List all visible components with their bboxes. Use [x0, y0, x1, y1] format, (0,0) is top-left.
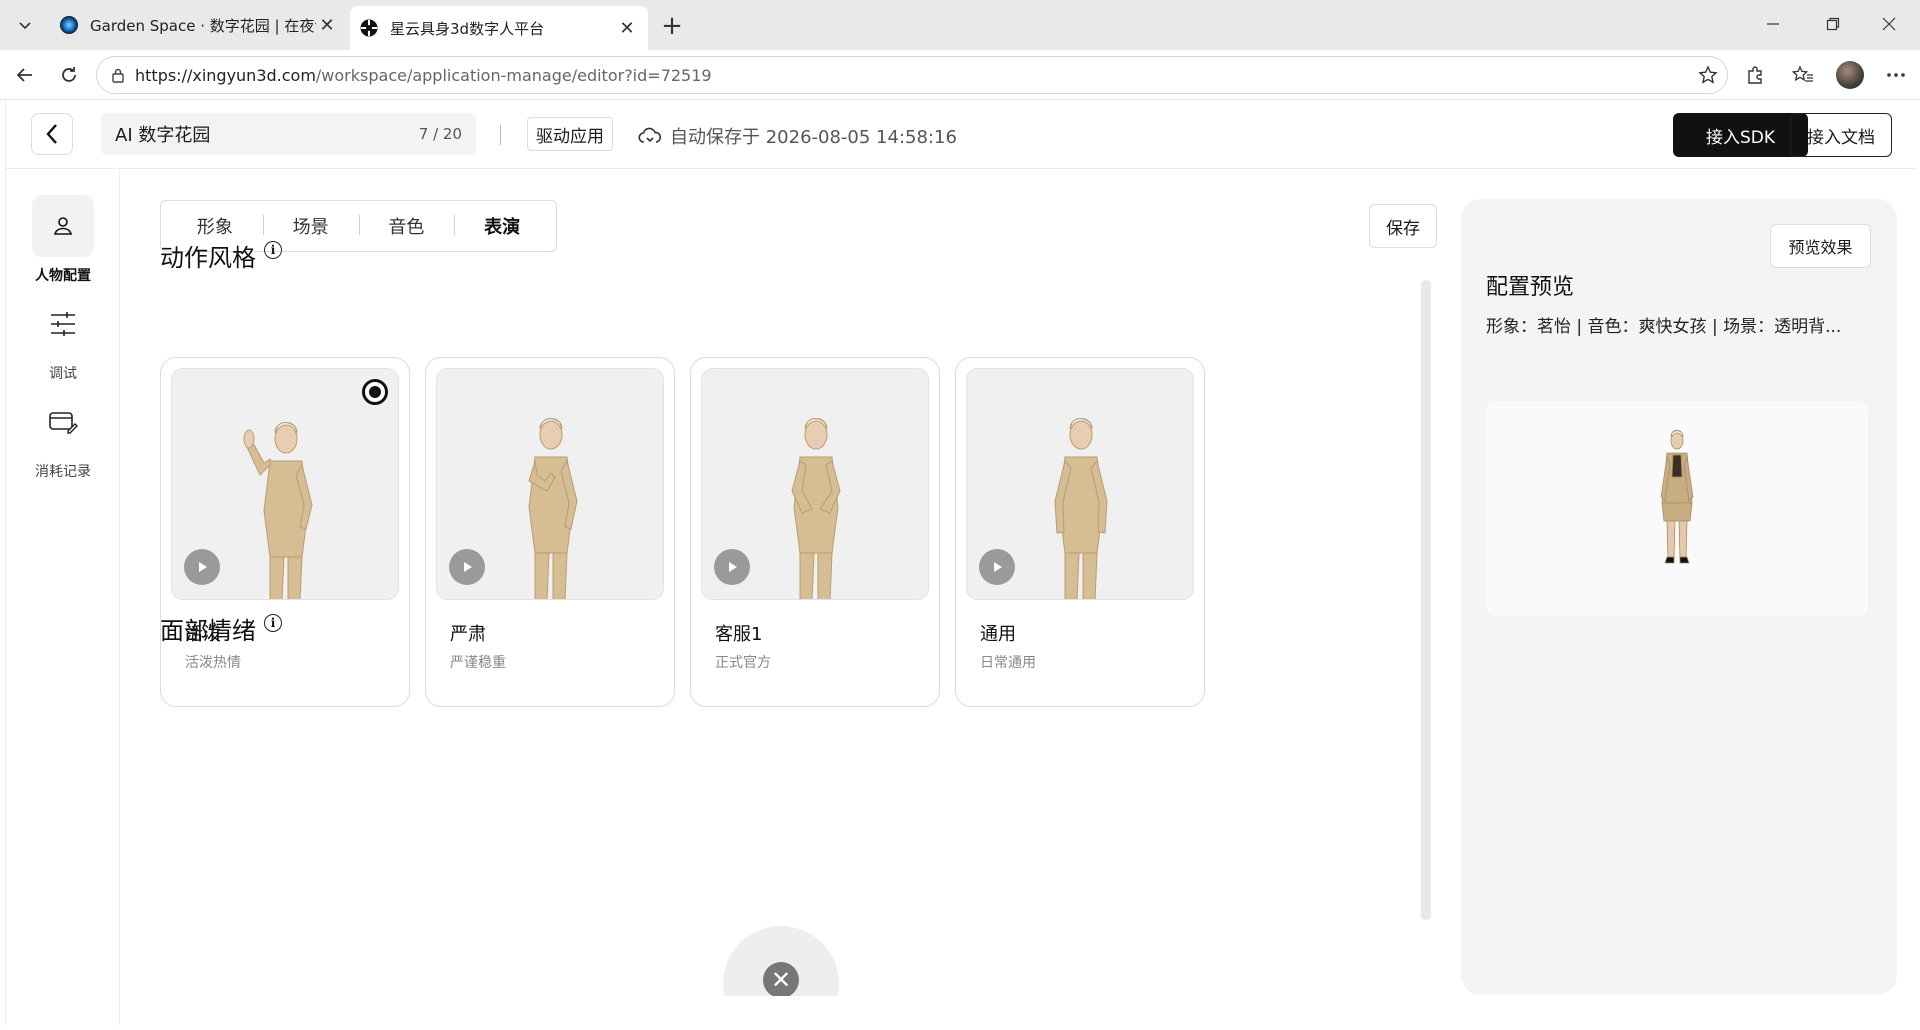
play-preview-button[interactable]: [714, 549, 750, 585]
favorites-list-icon[interactable]: [1786, 58, 1820, 92]
url-path: /workspace/application-manage/editor?id=…: [315, 65, 712, 85]
favorite-star-icon[interactable]: [1691, 58, 1725, 92]
drive-app-button[interactable]: 驱动应用: [527, 117, 613, 151]
tab-performance[interactable]: 表演: [454, 213, 550, 239]
divider: [500, 125, 501, 145]
content-scrollbar[interactable]: [1421, 280, 1431, 920]
preview-summary: 形象：茗怡 | 音色：爽快女孩 | 场景：透明背...: [1486, 317, 1842, 337]
window-close-icon[interactable]: [1866, 6, 1912, 42]
app-root: AI 数字花园 7 / 20 驱动应用 自动保存于 2026-08-05 14:…: [5, 101, 1916, 1025]
sidebar-item-label: 人物配置: [35, 268, 91, 284]
more-options-icon[interactable]: [1879, 58, 1913, 92]
motion-thumbnail: [701, 368, 929, 600]
section-title-text: 面部情绪: [160, 617, 256, 645]
motion-thumbnail: [966, 368, 1194, 600]
sidebar-item-character-config[interactable]: 人物配置: [6, 195, 120, 285]
char-count: 7 / 20: [418, 125, 462, 143]
play-icon: [729, 562, 737, 572]
save-button[interactable]: 保存: [1369, 204, 1437, 248]
motion-card-desc: 活泼热情: [185, 655, 241, 671]
autosave-text: 自动保存于 2026-08-05 14:58:16: [670, 127, 957, 148]
tab-title: 星云具身3d数字人平台: [390, 19, 545, 38]
sidebar-item-label: 消耗记录: [35, 464, 91, 480]
config-preview-panel: 预览效果 配置预览 形象：茗怡 | 音色：爽快女孩 | 场景：透明背...: [1461, 199, 1897, 995]
motion-card[interactable]: 活泼 活泼热情: [160, 357, 410, 707]
play-icon: [199, 562, 207, 572]
motion-card-desc: 日常通用: [980, 655, 1036, 671]
restore-icon[interactable]: [1810, 6, 1856, 42]
reload-icon[interactable]: [52, 58, 86, 92]
sidebar-item-usage-records[interactable]: 消耗记录: [6, 391, 120, 481]
motion-card[interactable]: 严肃 严谨稳重: [425, 357, 675, 707]
garden-space-favicon-icon: [60, 16, 78, 34]
browser-tab-garden-space[interactable]: Garden Space · 数字花园 | 在夜色里 ✕: [50, 6, 348, 44]
extensions-puzzle-icon[interactable]: [1738, 58, 1772, 92]
play-preview-button[interactable]: [449, 549, 485, 585]
back-button[interactable]: [31, 113, 73, 155]
autosave-status: 自动保存于 2026-08-05 14:58:16: [638, 123, 957, 149]
tab-scene[interactable]: 场景: [262, 213, 359, 239]
close-icon[interactable]: ✕: [616, 17, 638, 39]
tab-voice[interactable]: 音色: [358, 213, 455, 239]
site-info-lock-icon[interactable]: [111, 67, 125, 83]
tab-avatar[interactable]: 形象: [167, 213, 263, 239]
play-preview-button[interactable]: [184, 549, 220, 585]
info-icon[interactable]: i: [264, 613, 282, 632]
section-title-text: 动作风格: [160, 244, 256, 272]
empty-state-placeholder: ✕: [723, 926, 839, 996]
cloud-sync-icon: [638, 127, 662, 143]
person-icon: [32, 195, 94, 257]
selected-radio-icon[interactable]: [362, 379, 388, 405]
back-arrow-icon[interactable]: [8, 58, 42, 92]
play-preview-button[interactable]: [979, 549, 1015, 585]
close-circle-icon: ✕: [763, 962, 799, 996]
app-header: AI 数字花园 7 / 20 驱动应用 自动保存于 2026-08-05 14:…: [6, 101, 1916, 169]
app-name-value: AI 数字花园: [115, 125, 211, 146]
sidebar-item-label: 调试: [49, 366, 77, 382]
facial-emotion-heading: 面部情绪 i: [160, 611, 282, 646]
card-edit-icon: [32, 391, 94, 453]
integrate-docs-button[interactable]: 接入文档: [1790, 113, 1892, 157]
integrate-sdk-button[interactable]: 接入SDK: [1673, 113, 1808, 157]
motion-card-title: 严肃: [450, 624, 486, 645]
xingyun-favicon-icon: [360, 19, 378, 37]
preview-effect-button[interactable]: 预览效果: [1770, 224, 1871, 268]
preview-stage: [1486, 401, 1868, 616]
info-icon[interactable]: i: [264, 240, 282, 259]
sidebar-item-debug[interactable]: 调试: [6, 293, 120, 383]
profile-avatar[interactable]: [1833, 58, 1867, 92]
close-icon[interactable]: ✕: [316, 14, 338, 36]
browser-tab-xingyun[interactable]: 星云具身3d数字人平台 ✕: [350, 6, 648, 50]
motion-card-title: 通用: [980, 624, 1016, 645]
motion-card-title: 客服1: [715, 624, 763, 645]
url-field[interactable]: https://xingyun3d.com/workspace/applicat…: [96, 56, 1728, 94]
tab-list-dropdown[interactable]: [6, 8, 44, 42]
play-icon: [464, 562, 472, 572]
sidebar: 人物配置 调试 消耗记录: [6, 170, 120, 1025]
motion-thumbnail: [171, 368, 399, 600]
motion-card-desc: 严谨稳重: [450, 655, 506, 671]
url-host: https://xingyun3d.com: [135, 65, 316, 85]
preview-title: 配置预览: [1486, 275, 1575, 300]
play-icon: [994, 562, 1002, 572]
avatar-preview-figure: [1660, 429, 1694, 564]
motion-thumbnail: [436, 368, 664, 600]
minimize-icon[interactable]: [1750, 6, 1796, 42]
address-bar-row: https://xingyun3d.com/workspace/applicat…: [0, 50, 1920, 100]
motion-card[interactable]: 客服1 正式官方: [690, 357, 940, 707]
new-tab-plus-icon[interactable]: +: [656, 10, 688, 42]
tab-title: Garden Space · 数字花园 | 在夜色里: [90, 16, 316, 35]
app-name-input[interactable]: AI 数字花园 7 / 20: [101, 113, 476, 155]
sliders-icon: [32, 293, 94, 355]
browser-tab-strip: Garden Space · 数字花园 | 在夜色里 ✕ 星云具身3d数字人平台…: [0, 0, 1920, 50]
motion-card[interactable]: 通用 日常通用: [955, 357, 1205, 707]
motion-card-desc: 正式官方: [715, 655, 771, 671]
chevron-left-icon: [46, 124, 57, 144]
motion-style-heading: 动作风格 i: [160, 238, 282, 273]
chevron-down-icon: [19, 22, 31, 30]
